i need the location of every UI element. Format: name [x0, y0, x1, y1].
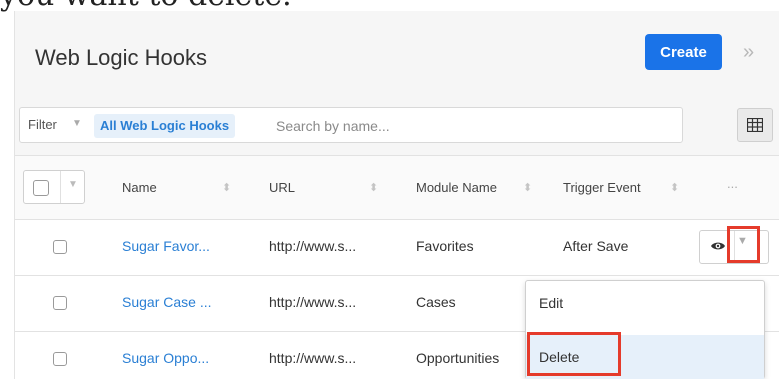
- more-columns-icon[interactable]: ...: [727, 176, 738, 191]
- row-checkbox[interactable]: [53, 240, 67, 254]
- filter-dropdown[interactable]: Filter: [28, 117, 57, 132]
- column-header-module[interactable]: Module Name: [416, 180, 497, 195]
- sort-icon[interactable]: ⬍: [369, 181, 378, 194]
- record-name-link[interactable]: Sugar Favor...: [122, 238, 210, 254]
- table-header-row: ▼ Name ⬍ URL ⬍ Module Name ⬍ Trigger Eve…: [15, 155, 779, 219]
- eye-icon[interactable]: [710, 238, 726, 254]
- select-all-group[interactable]: ▼: [23, 170, 85, 204]
- table-row: Sugar Favor... http://www.s... Favorites…: [15, 219, 779, 275]
- record-module: Favorites: [416, 238, 474, 254]
- row-checkbox[interactable]: [53, 296, 67, 310]
- menu-item-edit[interactable]: Edit: [526, 281, 764, 325]
- highlight-box: [727, 226, 760, 263]
- record-name-link[interactable]: Sugar Oppo...: [122, 350, 209, 366]
- chevron-down-icon[interactable]: ▼: [68, 179, 78, 190]
- filter-bar: Filter ▼ All Web Logic Hooks: [19, 107, 683, 143]
- highlight-box: [527, 332, 621, 376]
- select-all-checkbox[interactable]: [33, 180, 49, 196]
- column-header-url[interactable]: URL: [269, 180, 295, 195]
- sort-icon[interactable]: ⬍: [670, 181, 679, 194]
- page-title: Web Logic Hooks: [35, 45, 208, 70]
- sort-icon[interactable]: ⬍: [222, 181, 231, 194]
- filter-tag[interactable]: All Web Logic Hooks: [94, 114, 236, 138]
- row-checkbox[interactable]: [53, 352, 67, 366]
- chevron-down-icon[interactable]: ▼: [72, 118, 82, 129]
- grid-view-button[interactable]: [737, 108, 773, 142]
- sort-icon[interactable]: ⬍: [523, 181, 532, 194]
- grid-view-icon: [747, 118, 763, 132]
- expand-icon[interactable]: »: [743, 41, 754, 64]
- record-url: http://www.s...: [269, 238, 357, 254]
- record-module: Cases: [416, 294, 456, 310]
- record-name-link[interactable]: Sugar Case ...: [122, 294, 212, 310]
- column-header-trigger[interactable]: Trigger Event: [563, 180, 641, 195]
- search-input[interactable]: [276, 114, 666, 138]
- create-button[interactable]: Create: [645, 34, 722, 70]
- record-url: http://www.s...: [269, 350, 357, 366]
- column-header-name[interactable]: Name: [122, 180, 157, 195]
- record-module: Opportunities: [416, 350, 500, 366]
- record-url: http://www.s...: [269, 294, 357, 310]
- divider: [60, 171, 61, 203]
- record-trigger: After Save: [563, 238, 629, 254]
